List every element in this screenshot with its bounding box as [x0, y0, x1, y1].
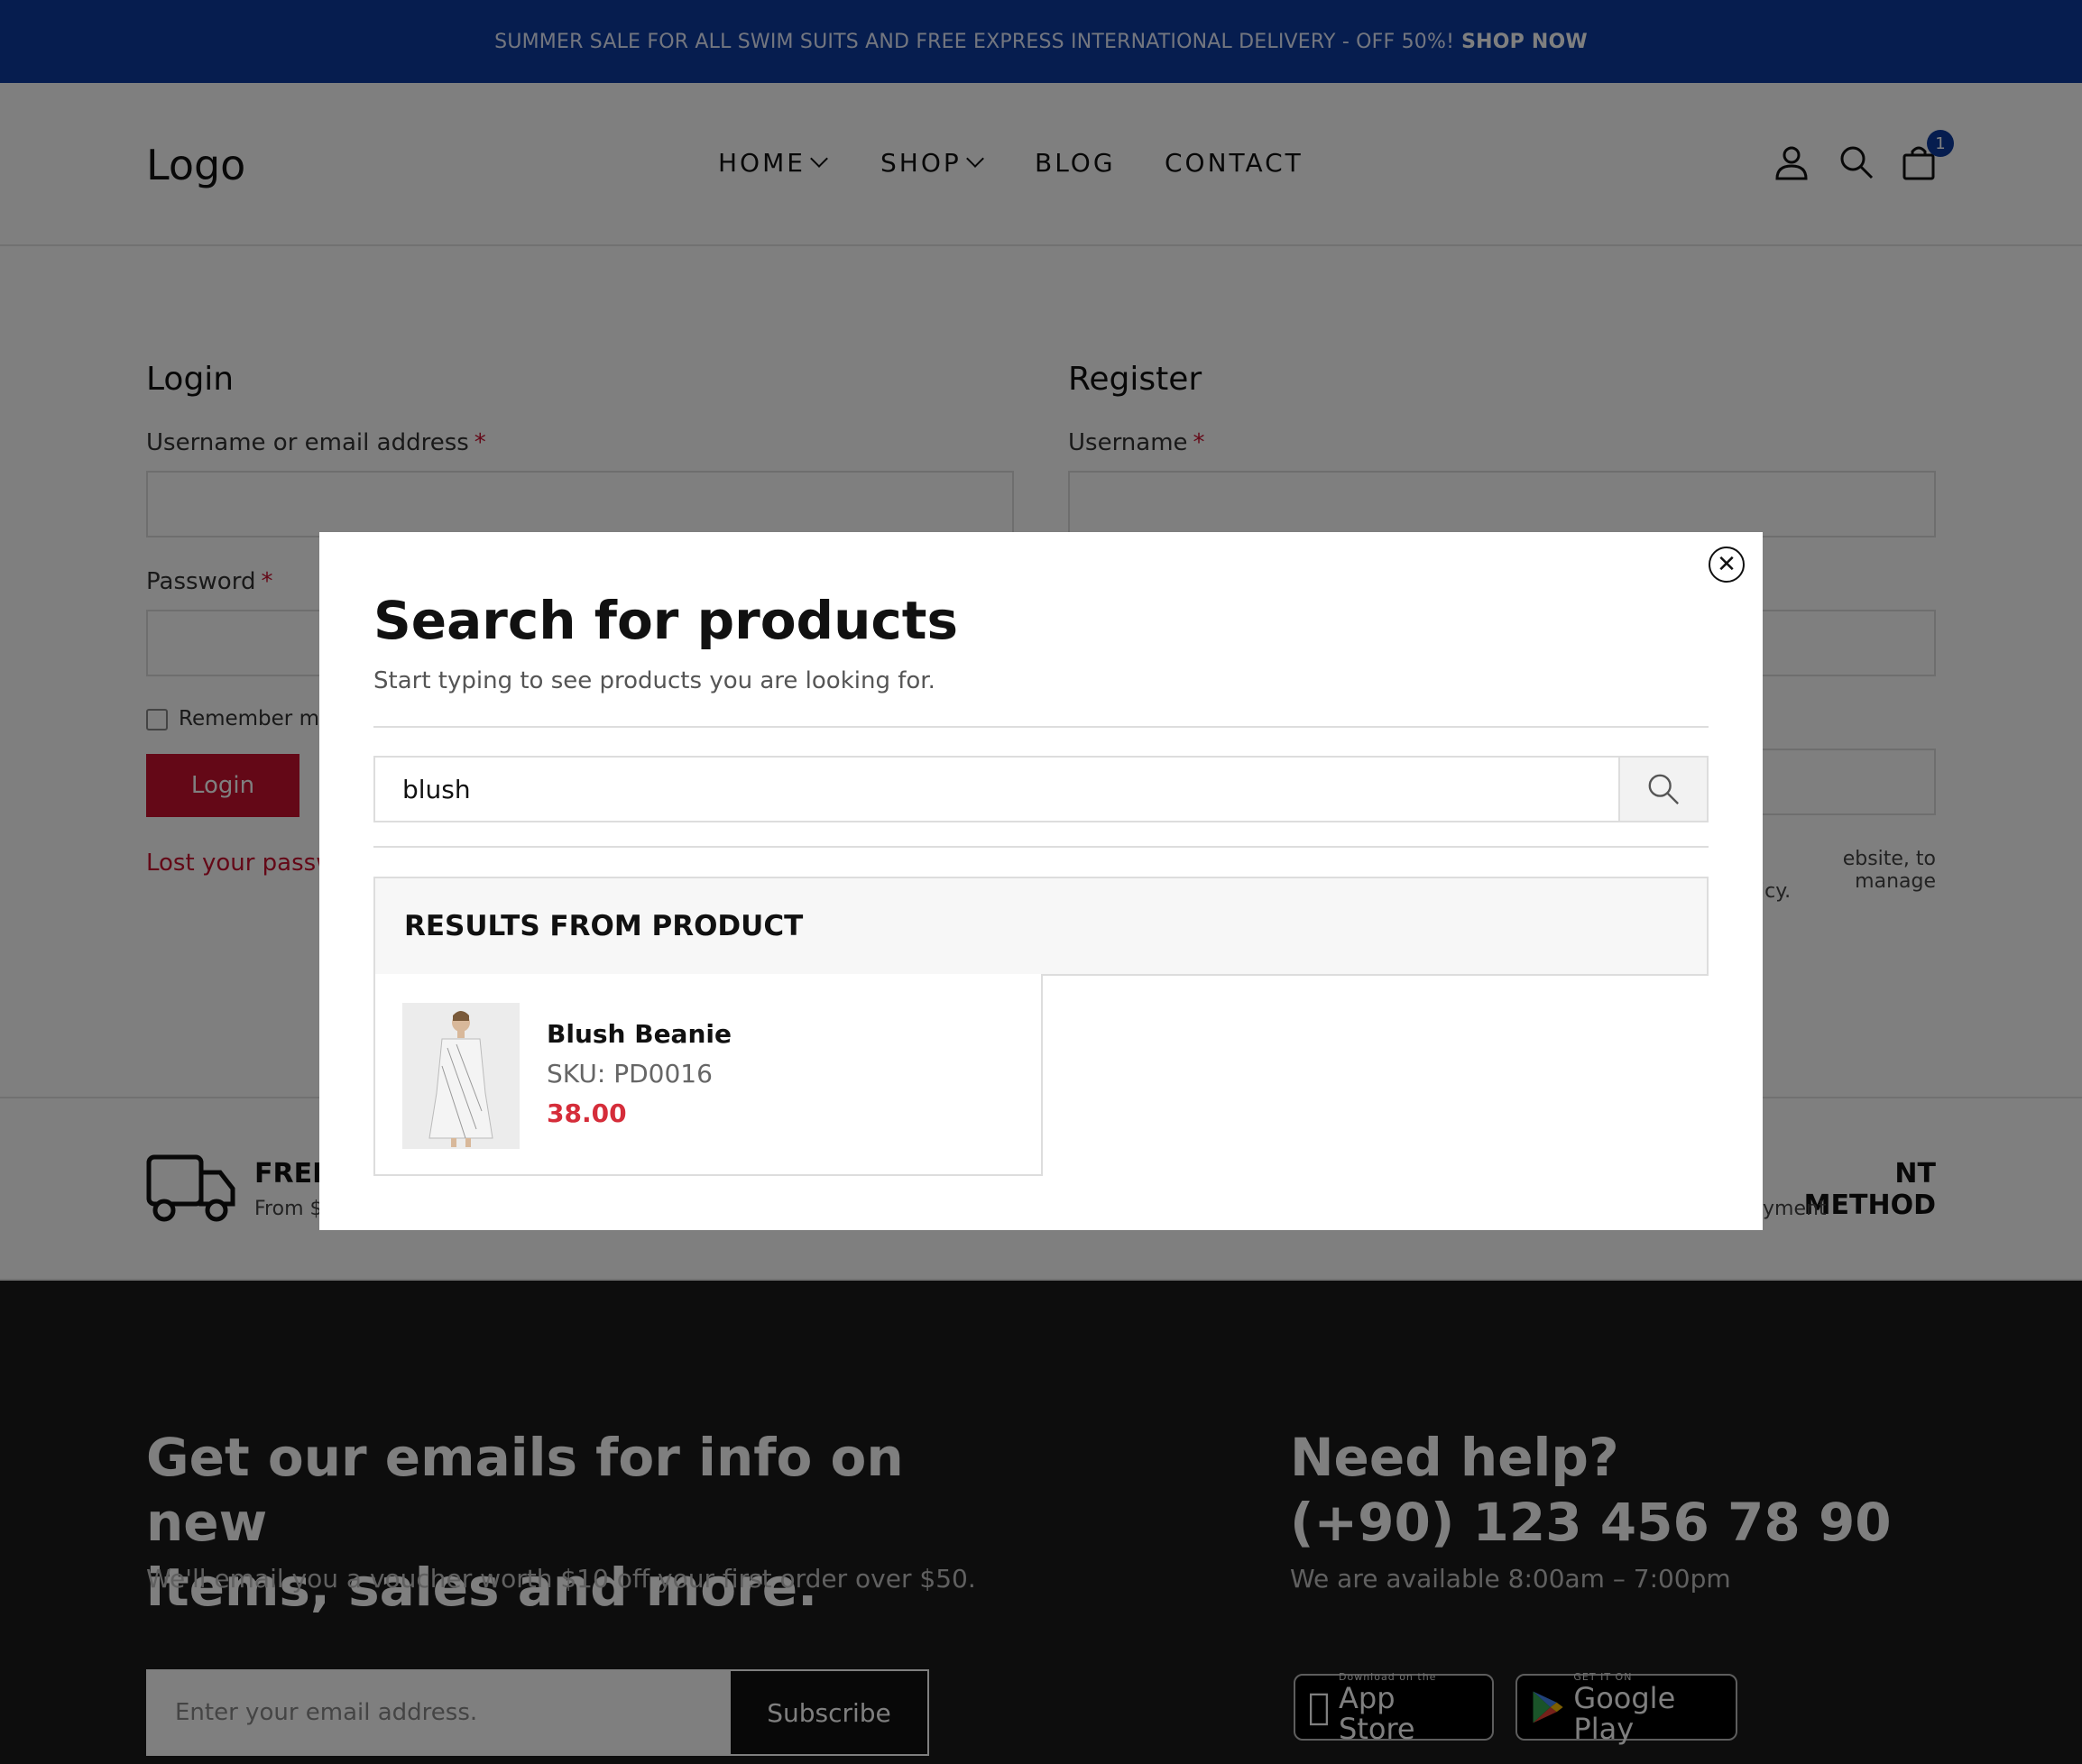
product-name[interactable]: Blush Beanie	[547, 1019, 732, 1049]
product-price: 38.00	[547, 1098, 627, 1128]
divider	[373, 726, 1709, 728]
divider	[373, 846, 1709, 848]
modal-title: Search for products	[373, 590, 958, 651]
search-icon	[1648, 774, 1679, 804]
results-heading: RESULTS FROM PRODUCT	[373, 877, 1709, 976]
modal-subtitle: Start typing to see products you are loo…	[373, 667, 935, 694]
product-thumbnail[interactable]	[402, 1003, 520, 1149]
search-submit-button[interactable]	[1620, 756, 1709, 822]
close-icon[interactable]: ✕	[1709, 547, 1745, 583]
product-search-input[interactable]: blush	[373, 756, 1620, 822]
product-sku: SKU: PD0016	[547, 1059, 713, 1089]
